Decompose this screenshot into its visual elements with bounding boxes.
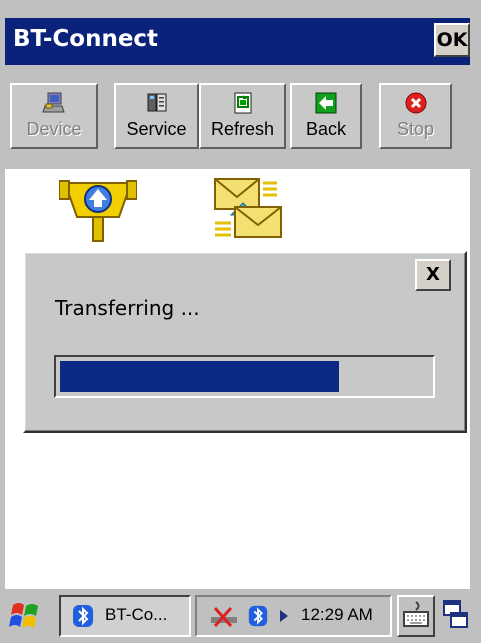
bluetooth-tray-icon[interactable] — [247, 604, 269, 628]
computer-icon — [42, 92, 65, 113]
transfer-dialog: X Transferring ... — [23, 251, 467, 433]
device-button[interactable]: Device — [10, 83, 98, 149]
serial-port-icon[interactable] — [59, 173, 137, 245]
back-button[interactable]: Back — [290, 83, 362, 149]
bluetooth-icon — [73, 605, 93, 627]
ok-button[interactable]: OK — [434, 23, 470, 57]
expand-tray-arrow-icon[interactable] — [279, 610, 289, 622]
refresh-icon — [234, 92, 251, 114]
network-disconnected-icon[interactable] — [209, 605, 239, 629]
taskbar-bt-connect-button[interactable]: BT-Co... — [59, 595, 191, 637]
device-screen: BT-Connect OK Device Service Refresh Bac… — [0, 0, 481, 643]
service-button[interactable]: Service — [114, 83, 199, 149]
toolbar: Device Service Refresh Back Stop — [5, 65, 470, 169]
refresh-button[interactable]: Refresh — [199, 83, 286, 149]
taskbar-task-label: BT-Co... — [105, 605, 168, 624]
refresh-button-label: Refresh — [210, 119, 275, 139]
input-panel-button[interactable] — [397, 595, 435, 637]
stop-button-label: Stop — [396, 119, 435, 139]
back-arrow-icon — [315, 92, 337, 114]
stop-button[interactable]: Stop — [379, 83, 452, 149]
start-button-windows-icon[interactable] — [7, 597, 45, 635]
window-title: BT-Connect — [13, 26, 159, 52]
dialog-close-button[interactable]: X — [415, 259, 451, 291]
mail-transfer-icon[interactable] — [213, 177, 291, 249]
title-bar: BT-Connect OK — [5, 18, 470, 65]
back-button-label: Back — [305, 119, 347, 139]
keyboard-icon — [403, 601, 429, 627]
taskbar: BT-Co... 12:29 AM — [5, 587, 470, 643]
switch-windows-icon[interactable] — [443, 597, 469, 635]
services-icon — [147, 93, 166, 112]
device-button-label: Device — [26, 119, 82, 139]
system-tray: 12:29 AM — [195, 595, 392, 637]
transfer-status-text: Transferring ... — [55, 296, 200, 320]
progress-fill — [60, 361, 339, 392]
clock[interactable]: 12:29 AM — [301, 605, 373, 625]
stop-icon — [405, 92, 426, 114]
service-button-label: Service — [126, 119, 187, 139]
transfer-progress-bar — [54, 355, 435, 398]
